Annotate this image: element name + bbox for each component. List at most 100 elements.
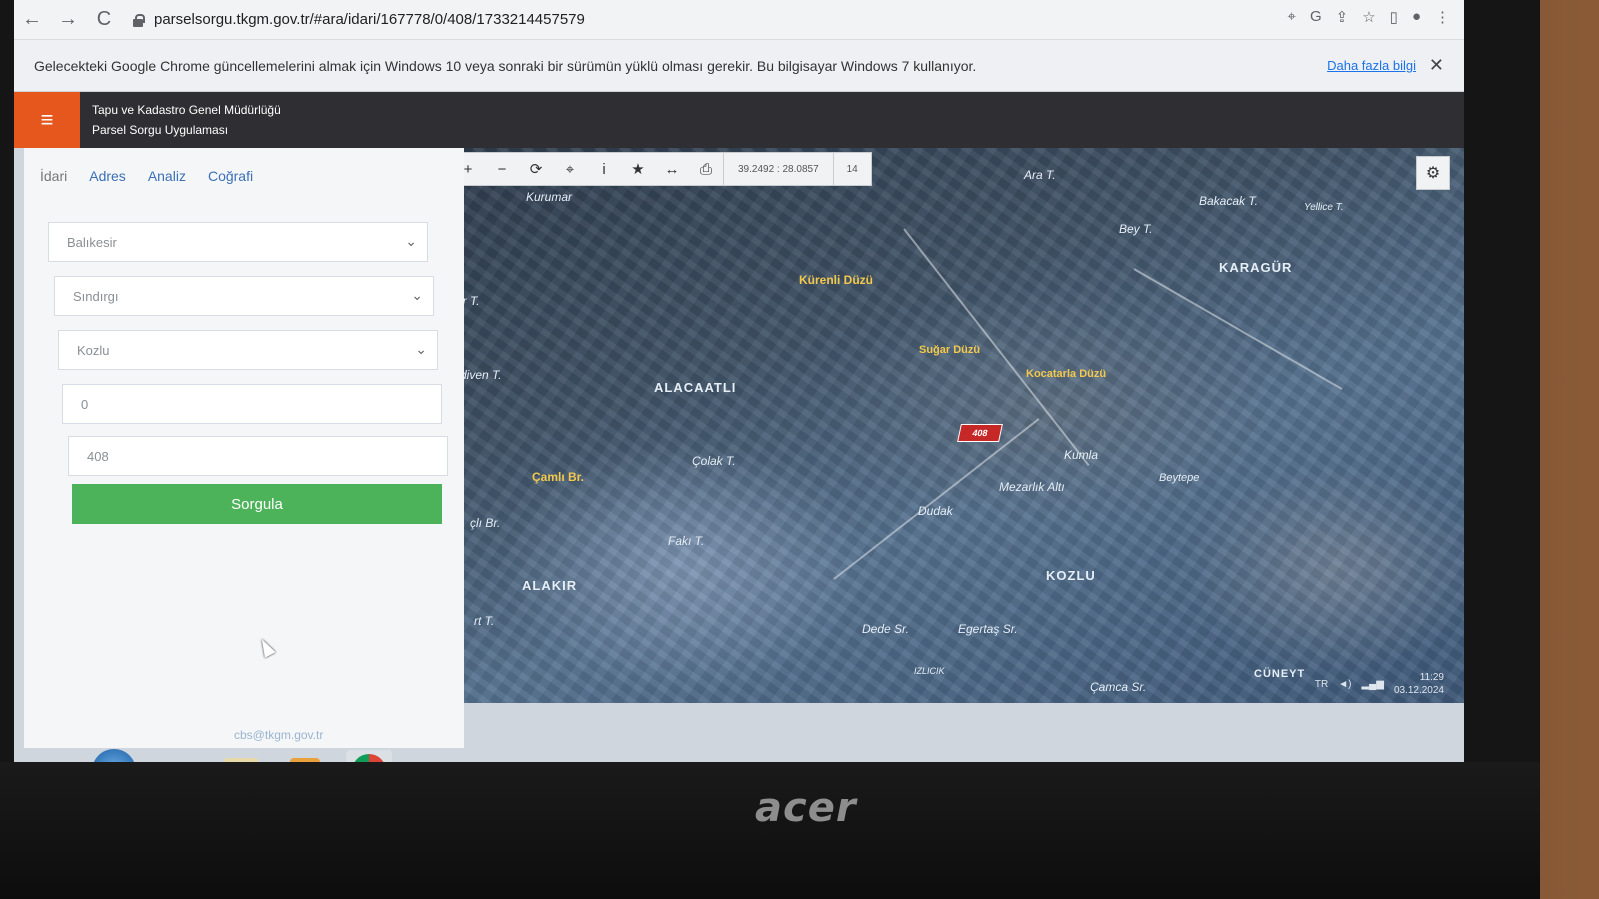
- language-indicator[interactable]: TR: [1315, 679, 1328, 690]
- bookmark-star-icon[interactable]: ☆: [1362, 8, 1375, 26]
- volume-icon[interactable]: ◄): [1338, 679, 1351, 690]
- map-label: çlı Br.: [470, 516, 501, 530]
- query-button[interactable]: Sorgula: [72, 484, 442, 524]
- clock-time: 11:29: [1419, 672, 1444, 683]
- map-label: Dede Sr.: [862, 622, 909, 636]
- refresh-icon: ⟳: [529, 161, 543, 178]
- map-label: Çamlı Br.: [532, 470, 585, 484]
- refresh-button[interactable]: ⟳: [519, 152, 553, 186]
- block-value: 0: [81, 396, 89, 412]
- district-value: Sındırgı: [73, 288, 119, 304]
- zoom-level: 14: [832, 152, 871, 186]
- location-icon[interactable]: ⌖: [1288, 8, 1296, 26]
- neighborhood-value: Kozlu: [77, 342, 110, 358]
- brand-logo: acer: [755, 785, 857, 831]
- map-label: Kürenli Düzü: [799, 273, 873, 287]
- settings-button[interactable]: ⚙: [1416, 156, 1450, 190]
- map-label: Bakacak T.: [1199, 194, 1258, 208]
- coordinate-readout: 39.2492 : 28.0857: [723, 152, 833, 186]
- tab-analiz[interactable]: Analiz: [148, 168, 186, 184]
- browser-actions: ⌖ G ⇪ ☆ ▯ ● ⋮: [1288, 8, 1450, 26]
- query-tabs: İdari Adres Analiz Coğrafi: [24, 148, 464, 184]
- info-icon: i: [602, 160, 606, 178]
- parcel-input[interactable]: 408: [68, 436, 448, 476]
- neighborhood-select[interactable]: Kozlu ⌄: [58, 330, 438, 370]
- google-icon[interactable]: G: [1310, 8, 1322, 26]
- road: [1133, 268, 1343, 390]
- map-label: Çolak T.: [692, 454, 736, 468]
- map-label: Mezarlık Altı: [999, 480, 1065, 494]
- print-button[interactable]: ⎙: [689, 152, 723, 186]
- map-label: Kocatarla Düzü: [1026, 368, 1107, 380]
- more-menu-icon[interactable]: ⋮: [1435, 8, 1450, 26]
- back-button[interactable]: ←: [14, 2, 50, 38]
- menu-button[interactable]: ≡: [14, 92, 80, 148]
- parcel-value: 408: [87, 448, 109, 464]
- map-label: Çamca Sr.: [1090, 680, 1147, 694]
- tab-cografi[interactable]: Coğrafi: [208, 168, 253, 184]
- network-icon[interactable]: ▂▄▆: [1361, 679, 1383, 690]
- satellite-map[interactable]: + − ⟳ ⌖ i ★ ↔ ⎙ 39.2492 : 28.0857 14 ⚙ K…: [434, 148, 1464, 703]
- infobar-more-link[interactable]: Daha fazla bilgi: [1327, 58, 1416, 73]
- map-label: CÜNEYT: [1254, 668, 1306, 680]
- app-header: ≡ Tapu ve Kadastro Genel Müdürlüğü Parse…: [14, 92, 1464, 148]
- clock[interactable]: 11:29 03.12.2024: [1394, 671, 1444, 697]
- map-toolbar: + − ⟳ ⌖ i ★ ↔ ⎙ 39.2492 : 28.0857 14: [450, 152, 872, 186]
- map-label: Egertaş Sr.: [958, 622, 1018, 636]
- map-label: Kumla: [1064, 448, 1099, 462]
- address-bar[interactable]: parselsorgu.tkgm.gov.tr/#ara/idari/16777…: [132, 5, 585, 35]
- block-input[interactable]: 0: [62, 384, 442, 424]
- footer-email[interactable]: cbs@tkgm.gov.tr: [234, 728, 323, 742]
- mouse-cursor: [256, 636, 276, 658]
- map-label: ALAKIR: [522, 578, 578, 593]
- measure-button[interactable]: ↔: [655, 152, 689, 186]
- tab-adres[interactable]: Adres: [89, 168, 126, 184]
- map-label: Kurumar: [526, 190, 573, 204]
- map-label: Yellice T.: [1304, 202, 1344, 213]
- reload-button[interactable]: C: [86, 2, 122, 38]
- map-label: KARAGÜR: [1219, 260, 1293, 275]
- hamburger-icon: ≡: [40, 107, 54, 132]
- map-label: Fakı T.: [668, 534, 705, 548]
- gear-icon: ⚙: [1425, 165, 1441, 182]
- map-label: Ara T.: [1024, 168, 1056, 182]
- forward-button[interactable]: →: [50, 2, 86, 38]
- road: [833, 418, 1040, 580]
- map-label: diven T.: [460, 368, 502, 382]
- parcel-marker[interactable]: 408: [957, 424, 1003, 442]
- province-value: Balıkesir: [67, 234, 117, 250]
- zoom-out-button[interactable]: −: [485, 152, 519, 186]
- url-text: parselsorgu.tkgm.gov.tr/#ara/idari/16777…: [154, 11, 585, 28]
- laptop-screen: ← → C parselsorgu.tkgm.gov.tr/#ara/idari…: [14, 0, 1464, 762]
- share-icon[interactable]: ⇪: [1336, 8, 1349, 26]
- map-label: ALACAATLI: [654, 380, 737, 395]
- clock-date: 03.12.2024: [1393, 685, 1444, 696]
- system-tray: TR ◄) ▂▄▆ 11:29 03.12.2024: [1315, 671, 1444, 697]
- profile-icon[interactable]: ●: [1412, 8, 1421, 26]
- reload-icon: C: [96, 8, 112, 30]
- favorite-button[interactable]: ★: [621, 152, 655, 186]
- plus-icon: +: [463, 160, 473, 178]
- side-panel-icon[interactable]: ▯: [1390, 8, 1398, 26]
- close-icon[interactable]: ✕: [1429, 55, 1444, 76]
- forward-icon: →: [58, 8, 78, 30]
- district-select[interactable]: Sındırgı ⌄: [54, 276, 434, 316]
- map-label: Dudak: [918, 504, 953, 518]
- tab-idari[interactable]: İdari: [40, 168, 67, 184]
- star-icon: ★: [631, 161, 645, 178]
- chevron-down-icon: ⌄: [405, 233, 417, 249]
- lock-icon: [132, 13, 145, 27]
- query-panel: İdari Adres Analiz Coğrafi Balıkesir ⌄ S…: [24, 148, 464, 748]
- info-button[interactable]: i: [587, 152, 621, 186]
- map-label: KOZLU: [1046, 568, 1096, 583]
- province-select[interactable]: Balıkesir ⌄: [48, 222, 428, 262]
- map-label: Beytepe: [1159, 472, 1200, 484]
- map-label: Suğar Düzü: [919, 344, 981, 356]
- crosshair-icon: ⌖: [565, 160, 575, 178]
- update-infobar: Gelecekteki Google Chrome güncellemeleri…: [14, 40, 1464, 92]
- browser-toolbar: ← → C parselsorgu.tkgm.gov.tr/#ara/idari…: [14, 0, 1464, 40]
- map-label: Bey T.: [1119, 222, 1153, 236]
- minus-icon: −: [497, 160, 507, 178]
- locate-button[interactable]: ⌖: [553, 152, 587, 186]
- chevron-down-icon: ⌄: [411, 287, 423, 303]
